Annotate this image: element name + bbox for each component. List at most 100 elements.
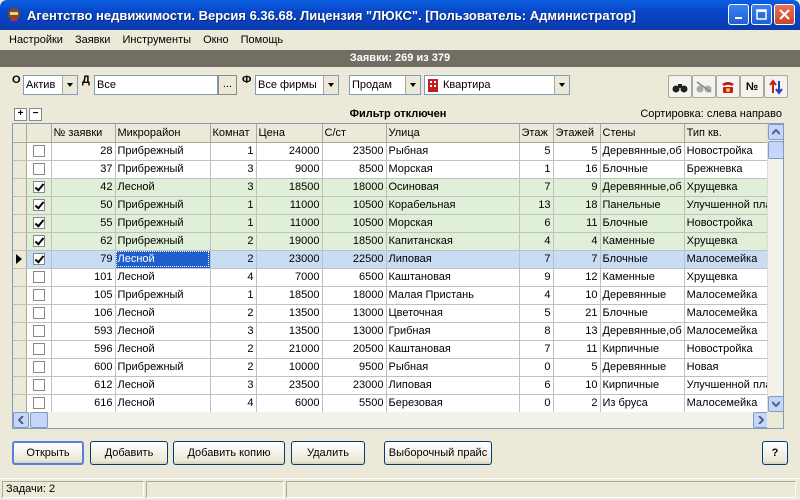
col-header-id[interactable]: № заявки bbox=[51, 124, 116, 143]
cell-floor[interactable]: 7 bbox=[519, 340, 554, 359]
row-checkbox[interactable] bbox=[32, 271, 45, 284]
phone-button[interactable] bbox=[716, 75, 740, 98]
cell-rooms[interactable]: 2 bbox=[210, 304, 257, 323]
scroll-left-button[interactable] bbox=[13, 412, 29, 428]
cell-walls[interactable]: Кирпичные bbox=[600, 340, 685, 359]
cell-cost[interactable]: 5500 bbox=[322, 394, 387, 413]
menu-tools[interactable]: Инструменты bbox=[116, 34, 197, 46]
cell-type[interactable]: Хрущевка bbox=[684, 232, 775, 251]
cell-district[interactable]: Лесной bbox=[115, 250, 211, 269]
row-indicator[interactable] bbox=[13, 304, 27, 323]
expand-filter-button[interactable]: + bbox=[14, 108, 27, 121]
cell-district[interactable]: Лесной bbox=[115, 394, 211, 413]
cell-type[interactable]: Новостройка bbox=[684, 214, 775, 233]
row-indicator[interactable] bbox=[13, 214, 27, 233]
cell-street[interactable]: Капитанская bbox=[386, 232, 520, 251]
table-row[interactable]: 55 Прибрежный 1 11000 10500 Морская 6 11 Блочные… bbox=[13, 214, 775, 233]
cell-rooms[interactable]: 3 bbox=[210, 322, 257, 341]
row-checkbox[interactable] bbox=[32, 145, 45, 158]
cell-rooms[interactable]: 1 bbox=[210, 196, 257, 215]
chevron-down-icon[interactable] bbox=[62, 76, 77, 94]
row-indicator[interactable] bbox=[13, 286, 27, 305]
cell-price[interactable]: 9000 bbox=[256, 160, 323, 179]
cell-floors[interactable]: 5 bbox=[553, 142, 601, 161]
cell-street[interactable]: Каштановая bbox=[386, 340, 520, 359]
cell-district[interactable]: Лесной bbox=[115, 268, 211, 287]
table-row[interactable]: 105 Прибрежный 1 18500 18000 Малая Пристань 4 1… bbox=[13, 286, 775, 305]
cell-floor[interactable]: 9 bbox=[519, 268, 554, 287]
cell-type[interactable]: Брежневка bbox=[684, 160, 775, 179]
cell-district[interactable]: Прибрежный bbox=[115, 232, 211, 251]
row-indicator[interactable] bbox=[13, 394, 27, 413]
cell-type[interactable]: Новая bbox=[684, 358, 775, 377]
number-button[interactable]: № bbox=[740, 75, 764, 98]
vertical-scroll-thumb[interactable] bbox=[768, 141, 783, 159]
horizontal-scroll-thumb[interactable] bbox=[30, 412, 48, 428]
cell-floor[interactable]: 7 bbox=[519, 178, 554, 197]
cell-district[interactable]: Лесной bbox=[115, 340, 211, 359]
cell-id[interactable]: 62 bbox=[51, 232, 116, 251]
table-row[interactable]: 79 Лесной 2 23000 22500 Липовая 7 7 Блочные Малос… bbox=[13, 250, 775, 269]
deal-type-select[interactable]: Продам bbox=[349, 75, 421, 95]
cell-floors[interactable]: 18 bbox=[553, 196, 601, 215]
cell-rooms[interactable]: 2 bbox=[210, 232, 257, 251]
close-button[interactable] bbox=[774, 4, 795, 25]
cell-street[interactable]: Рыбная bbox=[386, 358, 520, 377]
cell-price[interactable]: 6000 bbox=[256, 394, 323, 413]
cell-cost[interactable]: 23500 bbox=[322, 142, 387, 161]
district-picker-button[interactable]: ... bbox=[218, 75, 237, 95]
col-header-walls[interactable]: Стены bbox=[600, 124, 685, 143]
row-indicator[interactable] bbox=[13, 250, 27, 269]
cell-type[interactable]: Новостройка bbox=[684, 142, 775, 161]
cell-floors[interactable]: 13 bbox=[553, 322, 601, 341]
table-row[interactable]: 62 Прибрежный 2 19000 18500 Капитанская 4 4 Каме… bbox=[13, 232, 775, 251]
minimize-button[interactable] bbox=[728, 4, 749, 25]
cell-floors[interactable]: 16 bbox=[553, 160, 601, 179]
row-checkbox[interactable] bbox=[32, 217, 45, 230]
cell-walls[interactable]: Кирпичные bbox=[600, 376, 685, 395]
cell-floor[interactable]: 0 bbox=[519, 358, 554, 377]
cell-walls[interactable]: Блочные bbox=[600, 214, 685, 233]
add-copy-button[interactable]: Добавить копию bbox=[173, 441, 285, 465]
table-row[interactable]: 596 Лесной 2 21000 20500 Каштановая 7 11 Кирпичн… bbox=[13, 340, 775, 359]
cell-district[interactable]: Лесной bbox=[115, 376, 211, 395]
cell-rooms[interactable]: 1 bbox=[210, 142, 257, 161]
table-row[interactable]: 37 Прибрежный 3 9000 8500 Морская 1 16 Блочные Бр… bbox=[13, 160, 775, 179]
cell-id[interactable]: 106 bbox=[51, 304, 116, 323]
help-button[interactable]: ? bbox=[762, 441, 788, 465]
cell-cost[interactable]: 20500 bbox=[322, 340, 387, 359]
cell-floors[interactable]: 12 bbox=[553, 268, 601, 287]
cell-floor[interactable]: 5 bbox=[519, 304, 554, 323]
cell-cost[interactable]: 18000 bbox=[322, 178, 387, 197]
cell-street[interactable]: Рыбная bbox=[386, 142, 520, 161]
horizontal-scrollbar[interactable] bbox=[13, 412, 769, 428]
cell-district[interactable]: Прибрежный bbox=[115, 160, 211, 179]
cell-id[interactable]: 37 bbox=[51, 160, 116, 179]
cell-walls[interactable]: Из бруса bbox=[600, 394, 685, 413]
cell-walls[interactable]: Деревянные,об bbox=[600, 178, 685, 197]
col-header-street[interactable]: Улица bbox=[386, 124, 520, 143]
cell-street[interactable]: Грибная bbox=[386, 322, 520, 341]
cell-floors[interactable]: 5 bbox=[553, 358, 601, 377]
cell-district[interactable]: Прибрежный bbox=[115, 358, 211, 377]
col-header-price[interactable]: Цена bbox=[256, 124, 323, 143]
menu-window[interactable]: Окно bbox=[197, 34, 235, 46]
menu-help[interactable]: Помощь bbox=[235, 34, 290, 46]
add-button[interactable]: Добавить bbox=[90, 441, 168, 465]
cell-floor[interactable]: 5 bbox=[519, 142, 554, 161]
cell-street[interactable]: Липовая bbox=[386, 250, 520, 269]
cell-cost[interactable]: 13000 bbox=[322, 304, 387, 323]
cell-cost[interactable]: 23000 bbox=[322, 376, 387, 395]
cell-id[interactable]: 596 bbox=[51, 340, 116, 359]
cell-walls[interactable]: Каменные bbox=[600, 268, 685, 287]
chevron-down-icon[interactable] bbox=[323, 76, 338, 94]
cell-id[interactable]: 50 bbox=[51, 196, 116, 215]
cell-id[interactable]: 42 bbox=[51, 178, 116, 197]
cell-cost[interactable]: 6500 bbox=[322, 268, 387, 287]
menu-requests[interactable]: Заявки bbox=[69, 34, 117, 46]
row-checkbox[interactable] bbox=[32, 253, 45, 266]
col-header-floors[interactable]: Этажей bbox=[553, 124, 601, 143]
cell-street[interactable]: Малая Пристань bbox=[386, 286, 520, 305]
cell-walls[interactable]: Блочные bbox=[600, 250, 685, 269]
cell-street[interactable]: Осиновая bbox=[386, 178, 520, 197]
